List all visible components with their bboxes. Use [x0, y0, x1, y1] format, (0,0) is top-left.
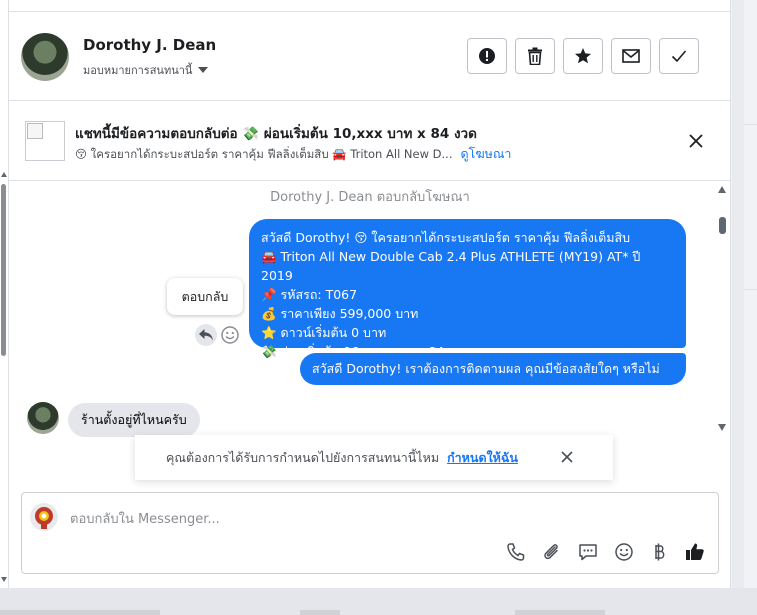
ad-reference-bar: แชทนี้มีข้อความตอบกลับต่อ 💸 ผ่อนเริ่มต้น… — [9, 101, 731, 181]
star-icon — [575, 48, 591, 64]
right-scroll-track — [732, 0, 744, 588]
avatar[interactable] — [21, 33, 69, 81]
saved-replies-icon[interactable] — [577, 541, 599, 563]
delete-button[interactable] — [515, 38, 555, 74]
phone-icon[interactable] — [505, 541, 527, 563]
thread-scrollbar[interactable] — [714, 181, 730, 443]
react-smile-icon[interactable] — [220, 325, 240, 345]
message-line: 🚘 Triton All New Double Cab 2.4 Plus ATH… — [261, 249, 641, 283]
message-line: ⭐ ดาวน์เริ่มต้น 0 บาท — [261, 325, 387, 340]
scroll-thumb[interactable] — [1, 184, 6, 356]
message-thread[interactable]: Dorothy J. Dean ตอบกลับโฆษณา สวัสดี Doro… — [9, 181, 731, 443]
thumbs-up-icon[interactable] — [684, 541, 706, 563]
assign-to-me-link[interactable]: กำหนดให้ฉัน — [447, 450, 518, 465]
spam-button[interactable] — [467, 38, 507, 74]
mark-done-button[interactable] — [659, 38, 699, 74]
close-icon[interactable] — [560, 450, 574, 464]
emoji-icon[interactable] — [613, 541, 635, 563]
reply-tooltip: ตอบกลับ — [167, 278, 243, 315]
reminder-label: คุณต้องการได้รับการกำหนดไปยังการสนทนานี้… — [166, 450, 440, 465]
ad-title: แชทนี้มีข้อความตอบกลับต่อ 💸 ผ่อนเริ่มต้น… — [75, 126, 477, 142]
scroll-down-arrow[interactable] — [1, 577, 7, 582]
reply-icon — [199, 329, 213, 341]
baht-payment-icon[interactable] — [648, 541, 670, 563]
page-logo-icon — [35, 507, 53, 529]
message-line: สวัสดี Dorothy! 😚 ใครอยากได้กระบะสปอร์ต … — [261, 230, 631, 245]
assign-dropdown[interactable]: มอบหมายการสนทนานี้ — [83, 61, 209, 79]
view-ad-link[interactable]: ดูโฆษณา — [460, 146, 511, 161]
star-button[interactable] — [563, 38, 603, 74]
ad-subtitle-text: 😚 ใครอยากได้กระบะสปอร์ต ราคาคุ้ม ฟีลลิ่ง… — [75, 147, 453, 161]
attachment-icon[interactable] — [540, 541, 562, 563]
divider — [0, 610, 160, 615]
trash-icon — [528, 47, 542, 65]
scroll-up-arrow[interactable] — [718, 186, 726, 193]
alert-icon — [479, 48, 495, 64]
close-icon[interactable] — [687, 132, 705, 150]
reply-composer[interactable]: ตอบกลับใน Messenger... — [21, 492, 719, 574]
outgoing-message[interactable]: สวัสดี Dorothy! 😚 ใครอยากได้กระบะสปอร์ต … — [249, 219, 686, 359]
reply-button[interactable] — [195, 324, 217, 346]
divider — [744, 289, 757, 290]
mark-unread-button[interactable] — [611, 38, 651, 74]
divider — [744, 124, 757, 125]
divider — [515, 610, 605, 615]
replied-to-ad-note: Dorothy J. Dean ตอบกลับโฆษณา — [270, 190, 470, 205]
outgoing-message[interactable]: สวัสดี Dorothy! เราต้องการติดตามผล คุณมี… — [300, 353, 686, 385]
conversation-panel: Dorothy J. Dean มอบหมายการสนทนานี้ แชทนี… — [9, 0, 731, 588]
reply-input[interactable]: ตอบกลับใน Messenger... — [70, 508, 220, 529]
contact-name[interactable]: Dorothy J. Dean — [83, 36, 216, 54]
scroll-down-arrow[interactable] — [718, 424, 726, 431]
assign-label: มอบหมายการสนทนานี้ — [83, 64, 193, 77]
reminder-text: คุณต้องการได้รับการกำหนดไปยังการสนทนานี้… — [166, 448, 518, 468]
divider — [300, 610, 340, 615]
assign-reminder: คุณต้องการได้รับการกำหนดไปยังการสนทนานี้… — [135, 435, 613, 480]
ad-subtitle: 😚 ใครอยากได้กระบะสปอร์ต ราคาคุ้ม ฟีลลิ่ง… — [75, 144, 511, 164]
scroll-up-arrow[interactable] — [1, 172, 7, 177]
left-scrollbar[interactable] — [0, 0, 9, 590]
scroll-thumb[interactable] — [719, 217, 726, 234]
incoming-message[interactable]: ร้านตั้งอยู่ที่ไหนครับ — [68, 403, 200, 437]
avatar[interactable] — [27, 402, 59, 434]
caret-down-icon — [198, 67, 209, 73]
page-avatar — [30, 503, 58, 531]
right-column — [732, 0, 757, 588]
message-line: 📌 รหัสรถ: T067 — [261, 287, 358, 302]
check-icon — [671, 50, 687, 63]
bottom-strip — [0, 588, 757, 615]
conversation-header: Dorothy J. Dean มอบหมายการสนทนานี้ — [9, 12, 731, 101]
message-line: 💰 ราคาเพียง 599,000 บาท — [261, 306, 419, 321]
ad-thumbnail[interactable] — [25, 121, 65, 161]
envelope-icon — [622, 49, 640, 63]
